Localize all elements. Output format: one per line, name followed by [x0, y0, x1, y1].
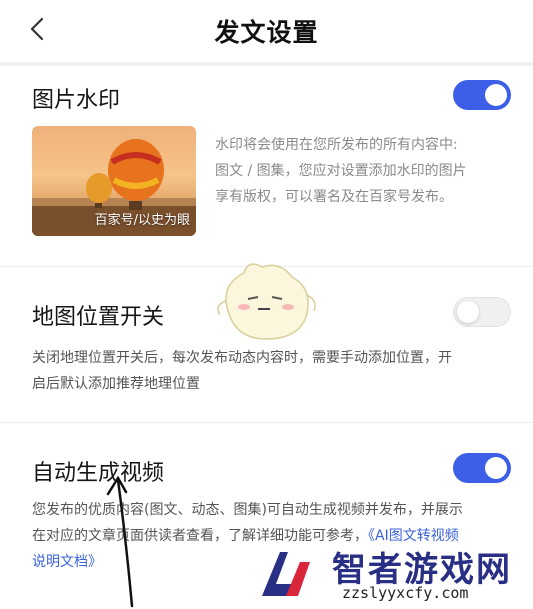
- page-title: 发文设置: [214, 18, 319, 47]
- description-line: 启后默认添加推荐地理位置: [32, 376, 200, 392]
- auto-video-toggle[interactable]: [453, 453, 511, 483]
- watermark-label: 图片水印: [32, 88, 121, 113]
- description-line: 关闭地理位置开关后，每次发布动态内容时，需要手动添加位置，开: [32, 350, 452, 366]
- back-button[interactable]: [22, 14, 52, 44]
- header-bar: 发文设置: [0, 0, 533, 62]
- mascot-sticker: [217, 263, 316, 340]
- description-line: 您发布的优质内容(图文、动态、图集)可自动生成视频并发布，并展示: [32, 502, 463, 518]
- toggle-knob: [485, 84, 507, 106]
- map-position-toggle[interactable]: [453, 297, 511, 327]
- map-position-description: 关闭地理位置开关后，每次发布动态内容时，需要手动添加位置，开 启后默认添加推荐地…: [32, 345, 452, 397]
- description-line: 水印将会使用在您所发布的所有内容中:: [215, 137, 458, 153]
- toggle-knob: [485, 457, 507, 479]
- site-url: zzslyyxcfy.com: [342, 584, 469, 602]
- preview-caption: 百家号/以史为眼: [94, 213, 190, 228]
- site-watermark: 智者游戏网 zzslyyxcfy.com: [250, 538, 533, 609]
- watermark-section: 图片水印 百家号/以史为眼 水印将会使用在您所发布的所有内容中: 图文 / 图集…: [0, 66, 533, 266]
- site-logo-icon: [262, 552, 310, 596]
- description-line: 图文 / 图集，您应对设置添加水印的图片: [215, 163, 467, 179]
- annotation-arrow: [106, 476, 134, 608]
- watermark-preview-image: 百家号/以史为眼: [32, 126, 196, 236]
- chevron-left-icon: [30, 17, 44, 41]
- toggle-knob: [457, 301, 479, 323]
- map-position-label: 地图位置开关: [32, 305, 165, 330]
- watermark-description: 水印将会使用在您所发布的所有内容中: 图文 / 图集，您应对设置添加水印的图片 …: [215, 132, 467, 210]
- description-line: 享有版权，可以署名及在百家号发布。: [215, 189, 453, 205]
- watermark-toggle[interactable]: [453, 80, 511, 110]
